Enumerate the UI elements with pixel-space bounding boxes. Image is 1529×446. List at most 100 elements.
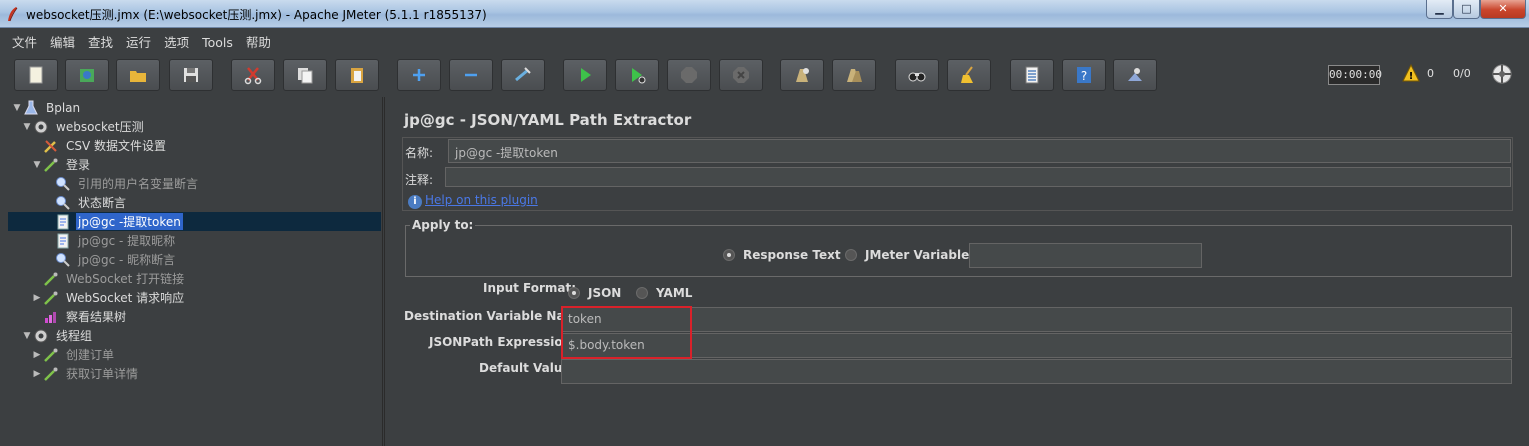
paste-button[interactable]: [335, 59, 379, 91]
assertion-icon: [54, 194, 72, 212]
tree-node-label: 登录: [66, 158, 91, 172]
save-button[interactable]: [169, 59, 213, 91]
cut-icon: [244, 67, 262, 85]
expanded-arrow-icon[interactable]: ▼: [22, 331, 32, 341]
collapsed-arrow-icon[interactable]: ▶: [32, 350, 42, 360]
copy-button[interactable]: [283, 59, 327, 91]
shutdown-icon: [733, 67, 749, 83]
help-button[interactable]: ?: [1062, 59, 1106, 91]
comment-field[interactable]: [445, 167, 1511, 187]
element-editor-panel: jp@gc - JSON/YAML Path Extractor 名称: jp@…: [393, 97, 1529, 446]
cut-button[interactable]: [231, 59, 275, 91]
stop-button[interactable]: [667, 59, 711, 91]
name-field[interactable]: jp@gc -提取token: [448, 139, 1511, 163]
wrench-icon: [42, 137, 60, 155]
menu-bar: 文件 编辑 查找 运行 选项 Tools 帮助: [0, 29, 1529, 51]
jmeter-variable-radio[interactable]: [845, 249, 857, 261]
start-no-pause-button[interactable]: [615, 59, 659, 91]
menu-options[interactable]: 选项: [160, 32, 193, 51]
expanded-arrow-icon[interactable]: ▼: [32, 160, 42, 170]
expanded-arrow-icon[interactable]: ▼: [22, 122, 32, 132]
collapsed-arrow-icon[interactable]: ▶: [32, 293, 42, 303]
templates-button[interactable]: [65, 59, 109, 91]
clear-all-icon: [847, 69, 862, 82]
tree-node-label: 察看结果树: [66, 310, 127, 324]
menu-file[interactable]: 文件: [8, 32, 41, 51]
jsonpath-field[interactable]: $.body.token: [561, 333, 1512, 358]
function-helper-button[interactable]: [1010, 59, 1054, 91]
menu-tools[interactable]: Tools: [198, 35, 237, 50]
open-button[interactable]: [116, 59, 160, 91]
tree-node[interactable]: ▶ WebSocket 请求响应: [0, 288, 380, 307]
panel-title: jp@gc - JSON/YAML Path Extractor: [404, 111, 692, 129]
default-value-field[interactable]: [561, 359, 1512, 384]
globe-icon[interactable]: [1491, 63, 1513, 85]
toggle-icon: [515, 67, 531, 82]
binoculars-icon: [908, 72, 926, 82]
expanded-arrow-icon[interactable]: ▼: [12, 103, 22, 113]
start-no-pause-icon: [632, 68, 646, 84]
start-button[interactable]: [563, 59, 607, 91]
tree-node-label: websocket压测: [56, 120, 144, 134]
dest-var-field[interactable]: token: [561, 307, 1512, 332]
paste-icon: [351, 68, 363, 83]
tree-node[interactable]: 状态断言: [0, 193, 380, 212]
jsonpath-label: JSONPath Expression:: [429, 335, 576, 349]
active-threads: 0/0: [1453, 67, 1471, 80]
testplan-icon: [22, 99, 40, 117]
toggle-button[interactable]: [501, 59, 545, 91]
open-icon: [130, 71, 146, 82]
collapse-all-button[interactable]: [449, 59, 493, 91]
tree-node[interactable]: ▶ 创建订单: [0, 345, 380, 364]
tree-node[interactable]: WebSocket 打开链接: [0, 269, 380, 288]
yaml-radio[interactable]: [636, 287, 648, 299]
maximize-button[interactable]: □: [1453, 0, 1480, 19]
menu-run[interactable]: 运行: [122, 32, 155, 51]
tree-node-label: 创建订单: [66, 348, 115, 362]
svg-text:!: !: [1409, 71, 1414, 82]
stop-icon: [681, 67, 697, 83]
json-radio[interactable]: [568, 287, 580, 299]
tree-node[interactable]: ▼ 登录: [0, 155, 380, 174]
reset-search-button[interactable]: [947, 59, 991, 91]
input-format-label: Input Format:: [483, 281, 577, 295]
clear-button[interactable]: [780, 59, 824, 91]
tree-node[interactable]: 引用的用户名变量断言: [0, 174, 380, 193]
clear-all-button[interactable]: [832, 59, 876, 91]
collapsed-arrow-icon[interactable]: ▶: [32, 369, 42, 379]
menu-help[interactable]: 帮助: [242, 32, 275, 51]
tree-node[interactable]: 察看结果树: [0, 307, 380, 326]
yaml-label: YAML: [656, 286, 693, 300]
tree-node[interactable]: ▼ 线程组: [0, 326, 380, 345]
tree-node-label: CSV 数据文件设置: [66, 139, 167, 153]
pipette-icon: [42, 346, 60, 364]
tree-node-label: 获取订单详情: [66, 367, 139, 381]
name-label: 名称:: [405, 146, 434, 160]
response-text-radio[interactable]: [723, 249, 735, 261]
tree-node-label: WebSocket 请求响应: [66, 291, 185, 305]
close-button[interactable]: ✕: [1480, 0, 1526, 19]
remote-button[interactable]: [1113, 59, 1157, 91]
search-button[interactable]: [895, 59, 939, 91]
tree-node[interactable]: CSV 数据文件设置: [0, 136, 380, 155]
menu-search[interactable]: 查找: [84, 32, 117, 51]
tree-node[interactable]: jp@gc - 昵称断言: [0, 250, 380, 269]
pipette-icon: [42, 156, 60, 174]
menu-edit[interactable]: 编辑: [46, 32, 79, 51]
pipette-icon: [42, 270, 60, 288]
tree-node-label: jp@gc - 提取昵称: [78, 234, 176, 248]
warning-icon[interactable]: !: [1402, 64, 1420, 82]
toolbar: ? 00:00:00 ! 0 0/0: [0, 55, 1529, 95]
minimize-button[interactable]: ▁: [1426, 0, 1453, 19]
expand-all-button[interactable]: [397, 59, 441, 91]
new-button[interactable]: [14, 59, 58, 91]
tree-node[interactable]: ▼ Bplan: [0, 98, 380, 117]
help-plugin-link[interactable]: Help on this plugin: [425, 193, 538, 207]
tree-node[interactable]: ▶ 获取订单详情: [0, 364, 380, 383]
split-pane-divider[interactable]: [384, 97, 392, 446]
jmeter-variable-field[interactable]: [969, 243, 1202, 268]
tree-node[interactable]: ▼ websocket压测: [0, 117, 380, 136]
shutdown-button[interactable]: [719, 59, 763, 91]
tree-node[interactable]: jp@gc -提取token: [8, 212, 381, 231]
tree-node[interactable]: jp@gc - 提取昵称: [0, 231, 380, 250]
